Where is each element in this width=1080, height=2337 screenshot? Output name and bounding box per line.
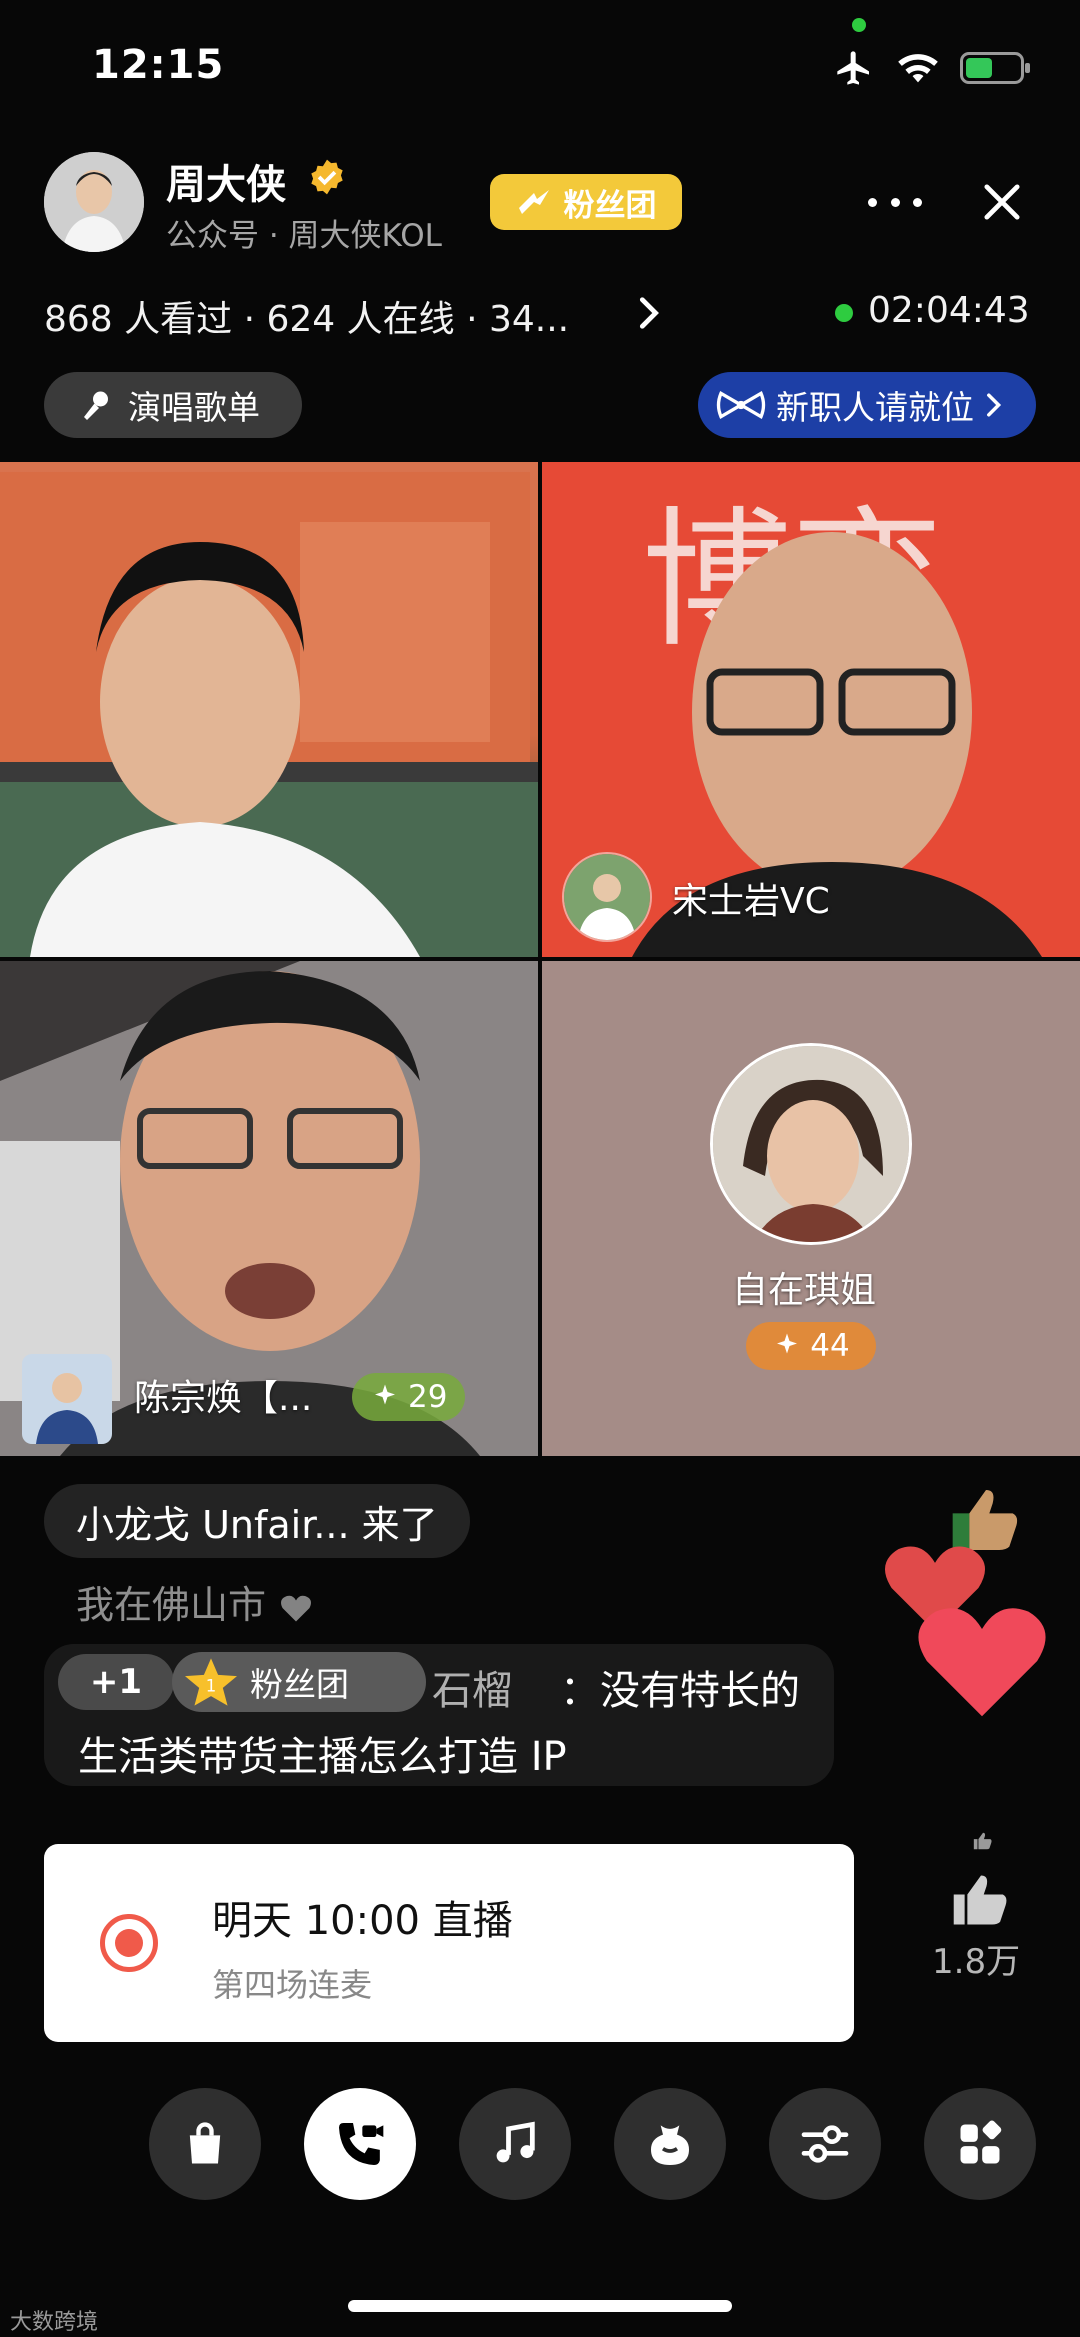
job-banner-label: 新职人请就位 [776, 388, 974, 427]
gift-bag-icon [651, 2125, 689, 2165]
video-call-button[interactable] [304, 2088, 416, 2200]
video-tile-guest-2[interactable]: 陈宗焕【... 29 [0, 961, 538, 1456]
sparkle-icon [777, 1333, 798, 1354]
chat-fading-message: 我在佛山市 [76, 1574, 314, 1629]
microphone-icon [84, 391, 108, 420]
status-icons [832, 48, 1030, 88]
fan-tag-label: 粉丝团 [250, 1665, 349, 1704]
song-list-button[interactable]: 演唱歌单 [44, 372, 302, 438]
song-list-label: 演唱歌单 [128, 388, 260, 427]
settings-sliders-icon [801, 2125, 849, 2163]
fan-club-tag: 1 粉丝团 [172, 1652, 426, 1712]
thumbs-up-small-icon [973, 1832, 992, 1850]
status-bar: 12:15 [0, 0, 1080, 130]
like-button-icon[interactable] [948, 1870, 1014, 1930]
record-icon [100, 1914, 158, 1972]
video-tile-guest-1[interactable]: 博弈 宋士岩VC [542, 462, 1080, 957]
host-name: 周大侠 [166, 162, 286, 208]
ribbon-bow-icon [716, 390, 766, 420]
status-time: 12:15 [92, 42, 225, 88]
chevron-right-icon [987, 393, 1002, 417]
guest-2-score: 29 [408, 1379, 448, 1415]
shopping-bag-icon [189, 2122, 221, 2164]
chevron-right-icon[interactable] [636, 294, 660, 332]
co-host-grid: 博弈 宋士岩VC [0, 462, 1080, 1456]
guest-2-score-badge: 29 [352, 1373, 466, 1421]
apps-button[interactable] [924, 2088, 1036, 2200]
reservation-subtitle: 第四场连麦 [212, 1966, 373, 2004]
video-tile-guest-3[interactable]: 自在琪姐 44 [542, 961, 1080, 1456]
guest-2-avatar [22, 1354, 112, 1444]
star-badge-icon: 1 [185, 1658, 237, 1706]
airplane-icon [837, 51, 869, 85]
plus-one-button[interactable]: +1 [58, 1654, 174, 1710]
close-icon[interactable] [976, 176, 1028, 228]
chat-text-line-2: 生活类带货主播怎么打造 IP [78, 1734, 567, 1780]
gift-button[interactable] [614, 2088, 726, 2200]
heart-icon [281, 1595, 312, 1621]
guest-1-name: 宋士岩VC [672, 881, 830, 922]
sparkle-icon [375, 1384, 395, 1405]
mic-indicator-dot [852, 18, 866, 32]
chat-fading-text: 我在佛山市 [76, 1583, 267, 1627]
guest-2-name: 陈宗焕【... [134, 1378, 313, 1419]
watermark: 大数跨境 [10, 2310, 99, 2335]
apps-grid-icon [960, 2120, 1002, 2164]
fan-level: 1 [206, 1676, 217, 1695]
reservation-title: 明天 10:00 直播 [212, 1898, 513, 1944]
guest-3-score-badge: 44 [746, 1322, 876, 1370]
host-video-feed [0, 472, 538, 957]
chat-username: 石榴 [432, 1668, 512, 1714]
home-indicator[interactable] [348, 2300, 732, 2312]
chat-join-notice: 小龙戈 Unfair... 来了 [44, 1484, 470, 1558]
music-icon [496, 2121, 535, 2163]
host-avatar[interactable] [44, 152, 144, 252]
verified-icon [311, 159, 343, 195]
host-subtitle: 公众号 · 周大侠KOL [166, 218, 442, 254]
live-reservation-card[interactable]: 明天 10:00 直播 第四场连麦 [44, 1844, 854, 2042]
settings-button[interactable] [769, 2088, 881, 2200]
heart-reaction-icon [918, 1608, 1046, 1717]
live-timer: 02:04:43 [868, 290, 1030, 331]
battery-icon [960, 52, 1030, 84]
live-indicator-dot [835, 304, 853, 322]
guest-1-avatar [562, 852, 652, 942]
fan-club-button[interactable]: 粉丝团 [490, 174, 682, 230]
shopping-button[interactable] [149, 2088, 261, 2200]
bottom-toolbar [0, 2088, 1080, 2200]
video-call-icon [339, 2123, 384, 2165]
like-count: 1.8万 [932, 1942, 1021, 1982]
video-tile-host[interactable] [0, 462, 538, 957]
guest-3-name: 自在琪姐 [732, 1270, 877, 1311]
chat-message[interactable]: +1 1 粉丝团 石榴 ：没有特长的 生活类带货主播怎么打造 IP [44, 1644, 834, 1786]
job-banner-button[interactable]: 新职人请就位 [698, 372, 1036, 438]
fan-club-icon [518, 190, 549, 214]
wifi-icon [898, 54, 938, 83]
guest-3-score: 44 [810, 1328, 850, 1364]
chat-text-line-1: ：没有特长的 [560, 1668, 800, 1714]
guest-3-avatar [710, 1043, 912, 1245]
live-header: 周大侠 公众号 · 周大侠KOL 粉丝团 [0, 140, 1080, 270]
fan-club-label: 粉丝团 [563, 187, 657, 224]
more-options-button[interactable] [868, 192, 922, 212]
music-button[interactable] [459, 2088, 571, 2200]
live-room-screen: 12:15 周大侠 公众号 · 周大侠KOL 粉丝团 868 人看过 · 624… [0, 0, 1080, 2337]
viewer-stats[interactable]: 868 人看过 · 624 人在线 · 34... [44, 290, 569, 342]
